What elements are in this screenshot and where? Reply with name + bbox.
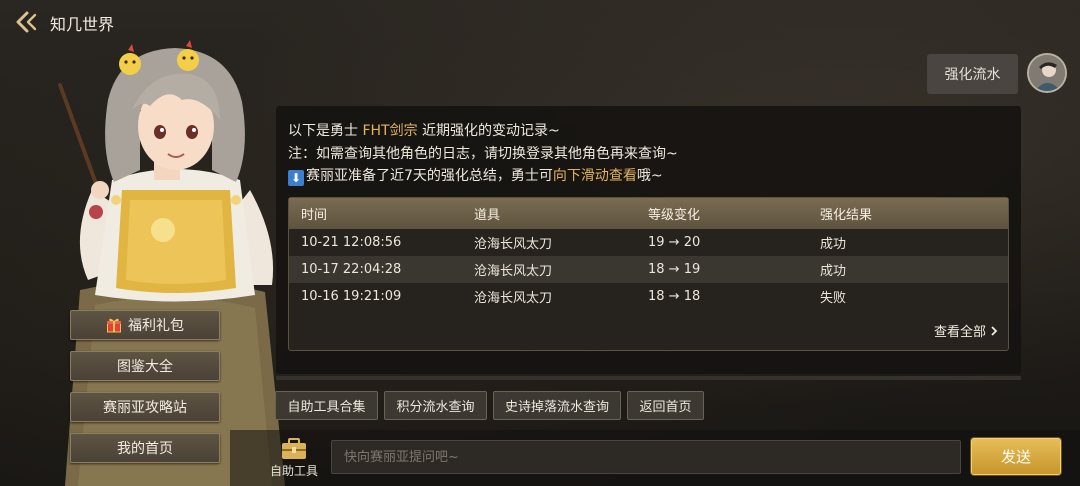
reply-line-3-suffix: 哦~: [636, 168, 663, 184]
top-bar: 知几世界: [0, 0, 1080, 44]
table-row: 10-17 22:04:28 沧海长风太刀 18 → 19 成功: [289, 256, 1008, 283]
divider: [276, 376, 1021, 380]
encyclopedia-label: 图鉴大全: [117, 359, 173, 375]
back-button[interactable]: [12, 7, 42, 37]
reply-line-3: ⬇ 赛丽亚准备了近7天的强化总结，勇士可向下滑动查看哦~: [288, 165, 663, 186]
self-service-tools-label: 自助工具合集: [287, 400, 366, 415]
column-header-result: 强化结果: [820, 208, 873, 223]
points-history-button[interactable]: 积分流水查询: [384, 391, 487, 420]
send-label: 发送: [1000, 448, 1031, 466]
cell-level: 19 → 20: [648, 235, 701, 250]
character-name: FHT剑宗: [362, 123, 418, 139]
cell-time: 10-16 19:21:09: [301, 289, 402, 304]
down-arrow-icon: ⬇: [288, 170, 304, 186]
chevron-right-icon: [991, 325, 998, 336]
cell-time: 10-21 12:08:56: [301, 235, 402, 250]
reply-line-1-prefix: 以下是勇士: [288, 123, 363, 139]
toolbox-button[interactable]: 自助工具: [266, 436, 322, 480]
table-row: 10-21 12:08:56 沧海长风太刀 19 → 20 成功: [289, 229, 1008, 256]
user-message-text: 强化流水: [944, 67, 1001, 83]
my-home-label: 我的首页: [117, 441, 173, 457]
enhancement-records-table: 时间 道具 等级变化 强化结果 10-21 12:08:56 沧海长风太刀 19…: [288, 197, 1009, 351]
cell-time: 10-17 22:04:28: [301, 262, 402, 277]
question-input[interactable]: [331, 440, 961, 474]
epic-drop-history-label: 史诗掉落流水查询: [504, 400, 609, 415]
return-home-button[interactable]: 返回首页: [627, 391, 704, 420]
column-header-time: 时间: [301, 208, 328, 223]
back-arrow-icon: [16, 11, 37, 33]
table-row: 10-16 19:21:09 沧海长风太刀 18 → 18 失败: [289, 283, 1008, 310]
cell-result: 成功: [820, 237, 847, 252]
page-title: 知几世界: [50, 15, 115, 34]
self-service-tools-button[interactable]: 自助工具合集: [275, 391, 378, 420]
reply-line-1-suffix: 近期强化的变动记录~: [417, 123, 560, 139]
return-home-label: 返回首页: [639, 400, 692, 415]
points-history-label: 积分流水查询: [396, 400, 475, 415]
scroll-hint-highlight: 向下滑动查看: [552, 168, 637, 184]
strategy-site-button[interactable]: 赛丽亚攻略站: [70, 392, 220, 422]
reply-line-3-prefix: 赛丽亚准备了近7天的强化总结，勇士可: [306, 168, 553, 184]
cell-level: 18 → 19: [648, 262, 701, 277]
reply-line-2: 注：如需查询其他角色的日志，请切换登录其他角色再来查询~: [288, 146, 678, 162]
gift-pack-button[interactable]: 福利礼包: [70, 310, 220, 340]
cell-result: 成功: [820, 264, 847, 279]
view-all-link[interactable]: 查看全部: [934, 321, 998, 340]
toolbox-icon: [282, 438, 306, 459]
cell-item: 沧海长风太刀: [474, 291, 553, 306]
column-header-item: 道具: [474, 208, 501, 223]
cell-item: 沧海长风太刀: [474, 237, 553, 252]
reply-line-1: 以下是勇士 FHT剑宗 近期强化的变动记录~: [288, 120, 560, 140]
strategy-site-label: 赛丽亚攻略站: [103, 400, 187, 416]
avatar[interactable]: [1027, 53, 1067, 93]
cell-result: 失败: [820, 291, 847, 306]
user-message-bubble: 强化流水: [927, 54, 1018, 94]
gift-pack-label: 福利礼包: [128, 318, 184, 334]
column-header-level: 等级变化: [648, 208, 701, 223]
cell-item: 沧海长风太刀: [474, 264, 553, 279]
epic-drop-history-button[interactable]: 史诗掉落流水查询: [493, 391, 621, 420]
encyclopedia-button[interactable]: 图鉴大全: [70, 351, 220, 381]
gift-icon: [107, 318, 121, 333]
user-avatar-image: [1029, 55, 1065, 91]
send-button[interactable]: 发送: [971, 438, 1061, 475]
table-header: 时间 道具 等级变化 强化结果: [289, 198, 1008, 229]
my-home-button[interactable]: 我的首页: [70, 433, 220, 463]
toolbox-label: 自助工具: [269, 464, 318, 478]
view-all-label: 查看全部: [933, 325, 986, 340]
cell-level: 18 → 18: [648, 289, 701, 304]
